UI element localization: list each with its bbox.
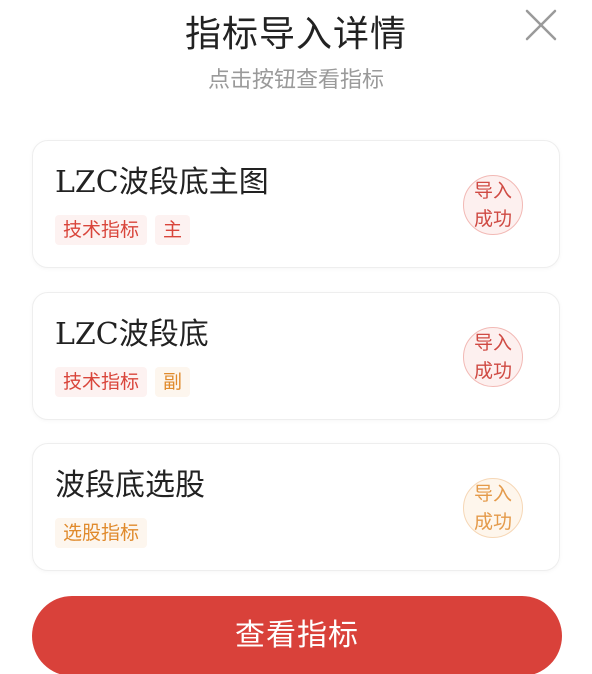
import-success-stamp: 导入 成功 xyxy=(463,327,523,387)
indicator-name: 波段底选股 xyxy=(55,468,205,503)
dialog-title: 指标导入详情 xyxy=(184,14,407,55)
close-button[interactable] xyxy=(522,6,560,44)
indicator-name: LZC波段底 xyxy=(55,317,209,352)
tag-type: 技术指标 xyxy=(55,367,148,397)
import-details-dialog: 指标导入详情 点击按钮查看指标 LZC波段底主图 技术指标 主 导入 成功 LZ… xyxy=(0,0,592,674)
tag-type: 选股指标 xyxy=(55,518,148,548)
indicator-tags: 技术指标 副 xyxy=(55,367,191,397)
stamp-line-1: 导入 xyxy=(473,180,512,202)
indicator-card[interactable]: LZC波段底主图 技术指标 主 导入 成功 xyxy=(32,140,560,268)
view-indicators-button[interactable]: 查看指标 xyxy=(32,596,562,674)
indicator-tags: 技术指标 主 xyxy=(55,215,191,245)
close-icon xyxy=(525,9,557,41)
tag-chart-position: 主 xyxy=(155,215,191,245)
stamp-line-2: 成功 xyxy=(473,208,512,230)
stamp-line-2: 成功 xyxy=(473,360,512,382)
import-success-stamp: 导入 成功 xyxy=(463,478,523,538)
indicator-card[interactable]: LZC波段底 技术指标 副 导入 成功 xyxy=(32,292,560,420)
tag-type: 技术指标 xyxy=(55,215,148,245)
indicator-tags: 选股指标 xyxy=(55,518,148,548)
indicator-name: LZC波段底主图 xyxy=(55,165,269,200)
import-success-stamp: 导入 成功 xyxy=(463,175,523,235)
stamp-line-2: 成功 xyxy=(473,511,512,533)
stamp-line-1: 导入 xyxy=(473,332,512,354)
dialog-subtitle: 点击按钮查看指标 xyxy=(207,68,384,93)
indicator-card[interactable]: 波段底选股 选股指标 导入 成功 xyxy=(32,443,560,571)
stamp-line-1: 导入 xyxy=(473,483,512,505)
tag-chart-position: 副 xyxy=(155,367,191,397)
